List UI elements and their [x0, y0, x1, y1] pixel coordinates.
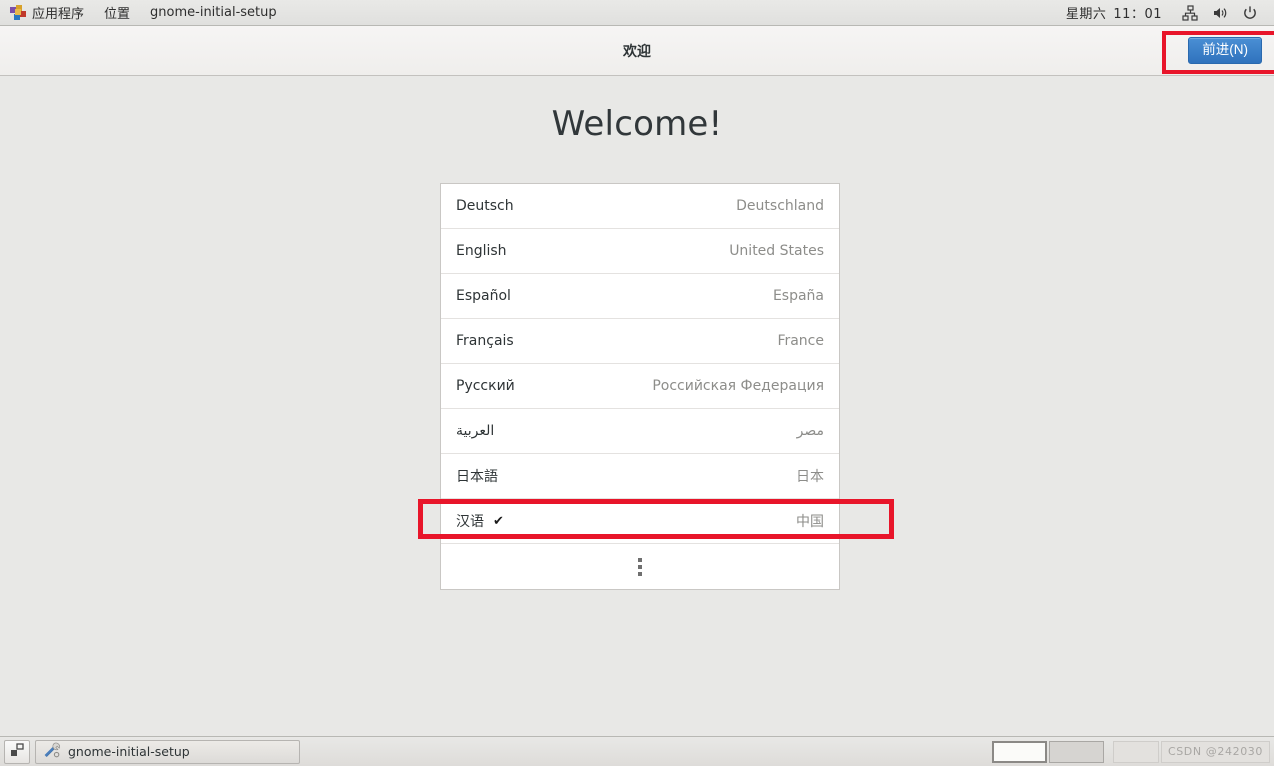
- language-country: 日本: [796, 469, 824, 485]
- language-name: Français: [456, 333, 514, 349]
- clock-time: 11：01: [1113, 7, 1162, 22]
- taskbar-window-label: gnome-initial-setup: [68, 744, 190, 759]
- show-more-languages-row[interactable]: [441, 544, 839, 589]
- language-name: English: [456, 243, 507, 259]
- language-row[interactable]: 日本語 日本: [441, 454, 839, 499]
- applications-menu[interactable]: 应用程序: [0, 0, 94, 26]
- language-row[interactable]: 汉语 ✔ 中国: [441, 499, 839, 544]
- language-name-text: English: [456, 243, 507, 259]
- language-name-text: Français: [456, 333, 514, 349]
- watermark-area: CSDN @242030: [1112, 740, 1270, 763]
- check-icon: ✔: [493, 513, 504, 529]
- watermark-blank: [1112, 740, 1159, 763]
- language-name: العربية: [456, 423, 494, 439]
- dot: [638, 557, 642, 562]
- places-menu-label: 位置: [104, 7, 131, 22]
- language-name-text: العربية: [456, 423, 495, 439]
- clock[interactable]: 星期六 11：01: [1058, 3, 1170, 22]
- clock-day: 星期六: [1065, 7, 1107, 22]
- watermark-text: CSDN @242030: [1160, 740, 1270, 763]
- volume-icon[interactable]: [1210, 3, 1230, 23]
- language-row[interactable]: Español España: [441, 274, 839, 319]
- show-desktop-button[interactable]: [4, 739, 30, 764]
- language-country: United States: [729, 243, 824, 259]
- dot: [638, 571, 642, 576]
- language-row[interactable]: English United States: [441, 229, 839, 274]
- places-menu[interactable]: 位置: [94, 0, 140, 26]
- main-content: Welcome! Deutsch Deutschland English United…: [0, 77, 1274, 736]
- workspace-thumbnail[interactable]: [1048, 740, 1104, 763]
- language-name-text: Deutsch: [456, 198, 514, 214]
- bottom-taskbar: gnome-initial-setup CSDN @242030: [0, 736, 1274, 766]
- language-name-text: 日本語: [456, 469, 498, 485]
- welcome-heading: Welcome!: [551, 104, 723, 144]
- taskbar-window-button[interactable]: gnome-initial-setup: [35, 739, 300, 764]
- language-country: España: [772, 288, 824, 304]
- language-name: 汉语 ✔: [456, 511, 504, 531]
- language-name: Русский: [456, 378, 515, 394]
- active-window-label: gnome-initial-setup: [150, 5, 277, 20]
- network-icon[interactable]: [1180, 3, 1200, 23]
- language-name-text: Español: [456, 288, 511, 304]
- language-name: 日本語: [456, 466, 498, 486]
- language-country: مصر: [796, 423, 824, 439]
- language-country: 中国: [796, 514, 824, 530]
- next-button[interactable]: 前进(N): [1188, 37, 1262, 64]
- workspace-thumbnail[interactable]: [991, 740, 1047, 763]
- tools-icon: [43, 742, 60, 761]
- language-row[interactable]: Français France: [441, 319, 839, 364]
- screen: 应用程序 位置 gnome-initial-setup 星期六 11：01 欢迎…: [0, 0, 1274, 766]
- language-name: Español: [456, 288, 511, 304]
- language-list: Deutsch Deutschland English United States Es…: [440, 183, 840, 590]
- language-country: Deutschland: [736, 198, 824, 214]
- language-name: Deutsch: [456, 198, 514, 214]
- language-name-text: Русский: [456, 378, 515, 394]
- language-name-text: 汉语: [456, 514, 484, 530]
- page-title: 欢迎: [623, 43, 651, 60]
- show-desktop-icon: [10, 742, 25, 761]
- workspace-switcher[interactable]: [991, 740, 1104, 763]
- applications-menu-label: 应用程序: [32, 7, 85, 22]
- active-window-menu[interactable]: gnome-initial-setup: [140, 0, 287, 26]
- language-row[interactable]: العربية مصر: [441, 409, 839, 454]
- window-header-bar: 欢迎 前进(N): [0, 26, 1274, 76]
- applications-pinwheel-icon: [10, 4, 26, 21]
- system-tray: [1170, 0, 1274, 26]
- language-row[interactable]: Русский Российская Федерация: [441, 364, 839, 409]
- dot: [638, 564, 642, 569]
- language-row[interactable]: Deutsch Deutschland: [441, 184, 839, 229]
- top-panel: 应用程序 位置 gnome-initial-setup 星期六 11：01: [0, 0, 1274, 26]
- language-country: Российская Федерация: [652, 378, 824, 394]
- power-icon[interactable]: [1240, 3, 1260, 23]
- language-country: France: [777, 333, 824, 349]
- more-vertical-icon: [638, 557, 642, 576]
